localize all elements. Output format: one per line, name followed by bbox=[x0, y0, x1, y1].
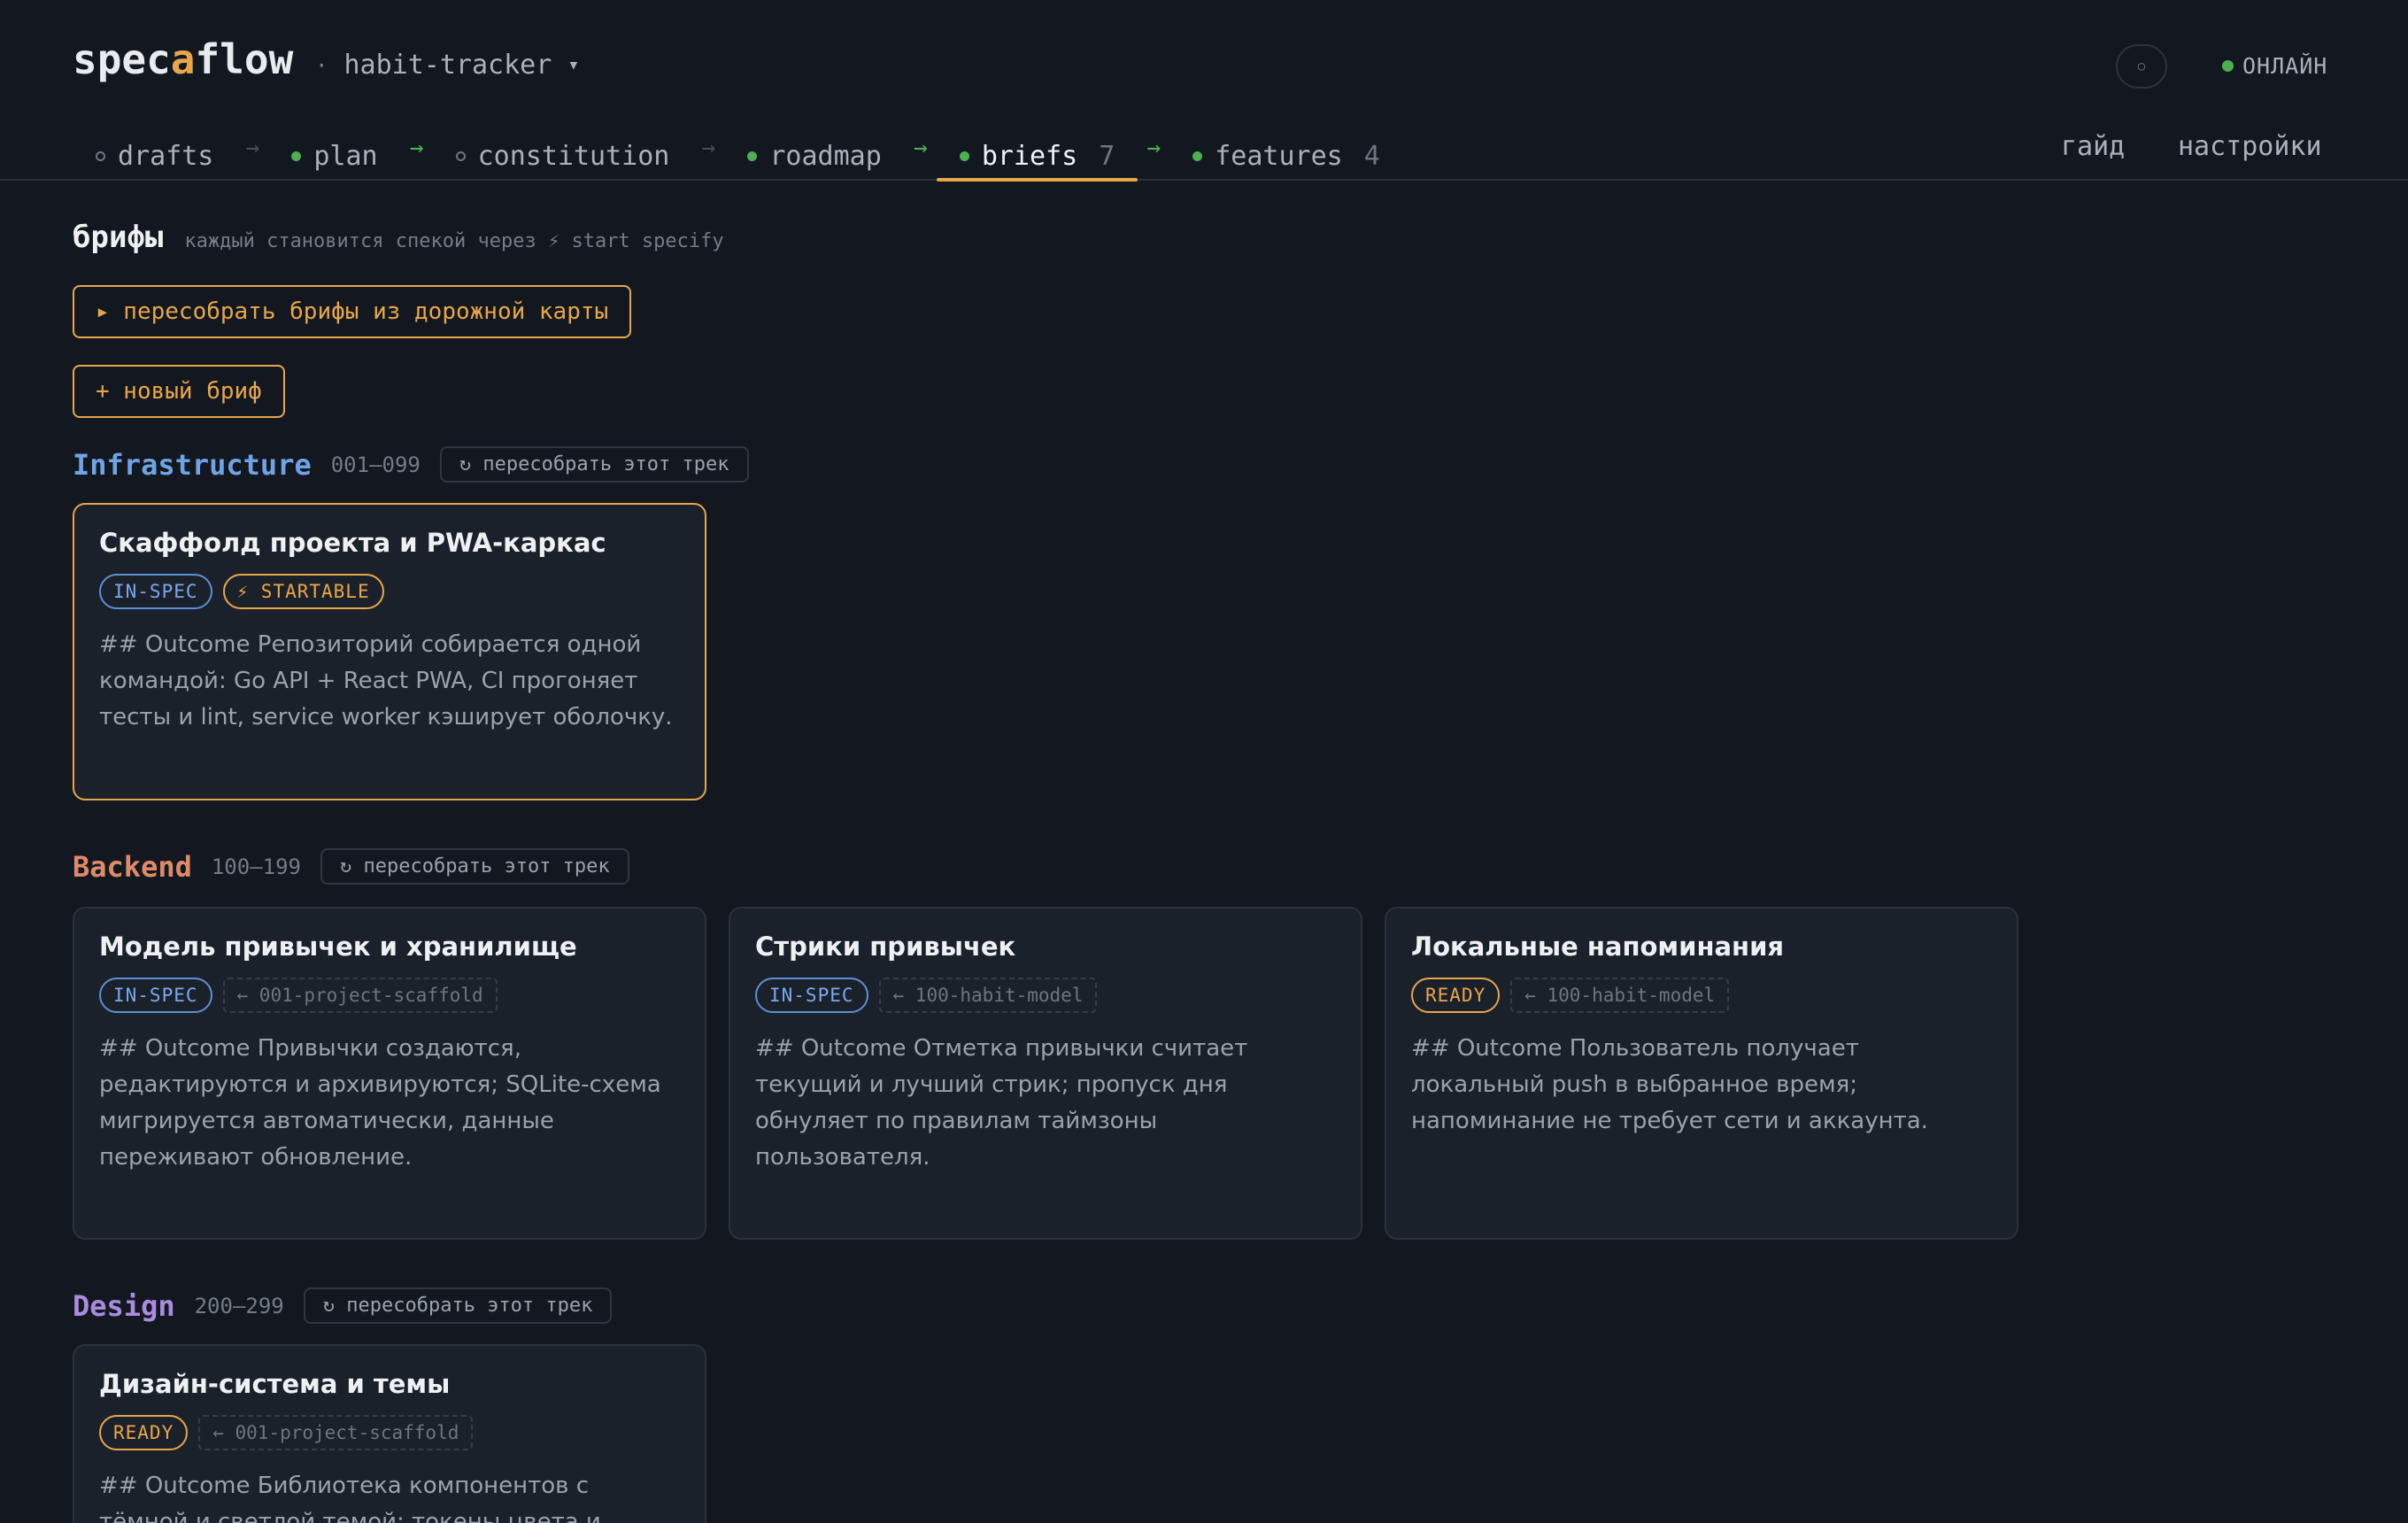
dependency-tag[interactable]: ← 100-habit-model bbox=[878, 978, 1098, 1013]
track-name: Design bbox=[73, 1288, 175, 1323]
card-title: Стрики привычек bbox=[755, 932, 1016, 962]
card-tags: READY ← 001-project-scaffold bbox=[99, 1415, 680, 1450]
tab-label: features bbox=[1215, 140, 1343, 172]
done-dot-icon bbox=[291, 151, 302, 161]
settings-link[interactable]: настройки bbox=[2178, 131, 2322, 162]
track-range: 100–199 bbox=[211, 854, 302, 879]
circle-icon: ○ bbox=[2137, 59, 2146, 73]
connection-status: ОНЛАЙН bbox=[2222, 53, 2327, 79]
arrow-right-icon: → bbox=[701, 135, 716, 161]
brief-card[interactable]: Локальные напоминания READY ← 100-habit-… bbox=[1385, 907, 2018, 1240]
tab-label: roadmap bbox=[769, 140, 882, 172]
dependency-tag[interactable]: ← 001-project-scaffold bbox=[222, 978, 498, 1013]
track-header-infrastructure: Infrastructure 001–099 ↻ пересобрать это… bbox=[73, 446, 749, 483]
tab-features[interactable]: features 4 bbox=[1169, 120, 1403, 181]
track-header-backend: Backend 100–199 ↻ пересобрать этот трек bbox=[73, 848, 629, 885]
status-badge: IN-SPEC bbox=[99, 978, 212, 1013]
done-dot-icon bbox=[747, 151, 758, 161]
app-root: specaflow · habit-tracker ▾ ○ ОНЛАЙН dra… bbox=[0, 0, 2408, 1523]
dependency-tag[interactable]: ← 001-project-scaffold bbox=[198, 1415, 474, 1450]
card-tags: IN-SPEC ⚡ STARTABLE bbox=[99, 574, 680, 609]
tab-label: drafts bbox=[118, 140, 214, 172]
card-title: Дизайн-система и темы bbox=[99, 1369, 451, 1399]
logo-accent: a bbox=[170, 35, 196, 83]
logo[interactable]: specaflow bbox=[73, 35, 293, 83]
pending-dot-icon bbox=[455, 151, 466, 161]
top-header: specaflow · habit-tracker ▾ ○ ОНЛАЙН dra… bbox=[0, 0, 2408, 182]
arrow-right-icon: → bbox=[913, 135, 928, 161]
done-dot-icon bbox=[1192, 151, 1203, 161]
rebuild-track-button[interactable]: ↻ пересобрать этот трек bbox=[439, 446, 749, 483]
tab-label: briefs bbox=[981, 140, 1078, 172]
pending-dot-icon bbox=[96, 151, 105, 161]
guide-link[interactable]: гайд bbox=[2061, 131, 2125, 162]
arrow-right-icon: → bbox=[245, 135, 260, 161]
brief-card[interactable]: Стрики привычек IN-SPEC ← 100-habit-mode… bbox=[729, 907, 1362, 1240]
card-description: ## Outcome Пользователь получает локальн… bbox=[1411, 1035, 1928, 1134]
card-tags: IN-SPEC ← 001-project-scaffold bbox=[99, 978, 680, 1013]
online-indicator-icon bbox=[2222, 60, 2234, 72]
card-title: Скаффолд проекта и PWA-каркас bbox=[99, 528, 606, 558]
pipeline-nav: drafts → plan → constitution → roadmap →… bbox=[73, 120, 1403, 182]
tab-count: 4 bbox=[1363, 140, 1380, 172]
dependency-tag[interactable]: ← 100-habit-model bbox=[1510, 978, 1730, 1013]
card-tags: IN-SPEC ← 100-habit-model bbox=[755, 978, 1336, 1013]
brief-card[interactable]: Скаффолд проекта и PWA-каркас IN-SPEC ⚡ … bbox=[73, 503, 706, 800]
separator-dot: · bbox=[315, 52, 328, 78]
card-title: Модель привычек и хранилище bbox=[99, 932, 577, 962]
new-brief-button[interactable]: + новый бриф bbox=[73, 365, 285, 418]
page-heading: брифы каждый становится спекой через ⚡ s… bbox=[73, 220, 724, 255]
status-badge: READY bbox=[99, 1415, 189, 1450]
card-title: Локальные напоминания bbox=[1411, 932, 1785, 962]
tab-label: constitution bbox=[477, 140, 670, 172]
logo-text-end: flow bbox=[195, 35, 294, 83]
rebuild-track-button[interactable]: ↻ пересобрать этот трек bbox=[320, 848, 629, 885]
brief-card[interactable]: Модель привычек и хранилище IN-SPEC ← 00… bbox=[73, 907, 706, 1240]
status-badge: IN-SPEC bbox=[99, 574, 212, 609]
track-name: Infrastructure bbox=[73, 447, 312, 482]
tab-drafts[interactable]: drafts bbox=[73, 120, 236, 181]
page-hint: каждый становится спекой через ⚡ start s… bbox=[184, 230, 724, 252]
tab-briefs[interactable]: briefs 7 bbox=[936, 120, 1138, 182]
status-badge: READY bbox=[1411, 978, 1501, 1013]
card-description: ## Outcome Привычки создаются, редактиру… bbox=[99, 1035, 661, 1171]
theme-toggle-button[interactable]: ○ bbox=[2116, 44, 2167, 89]
card-description: ## Outcome Отметка привычки считает теку… bbox=[755, 1035, 1248, 1171]
project-selector[interactable]: · habit-tracker ▾ bbox=[315, 50, 580, 81]
track-name: Backend bbox=[73, 849, 192, 884]
track-header-design: Design 200–299 ↻ пересобрать этот трек bbox=[73, 1287, 613, 1324]
status-label: ОНЛАЙН bbox=[2242, 53, 2328, 79]
project-name: habit-tracker bbox=[343, 50, 552, 81]
status-badge: IN-SPEC bbox=[755, 978, 868, 1013]
page-title: брифы bbox=[73, 220, 164, 255]
card-description: ## Outcome Библиотека компонентов с тёмн… bbox=[99, 1473, 601, 1523]
logo-text: spec bbox=[73, 35, 171, 83]
rebuild-track-button[interactable]: ↻ пересобрать этот трек bbox=[303, 1287, 613, 1324]
tab-label: plan bbox=[313, 140, 378, 172]
tab-count: 7 bbox=[1099, 140, 1115, 172]
done-dot-icon bbox=[959, 151, 969, 161]
brief-card[interactable]: Дизайн-система и темы READY ← 001-projec… bbox=[73, 1344, 706, 1523]
arrow-right-icon: → bbox=[409, 135, 424, 161]
card-tags: READY ← 100-habit-model bbox=[1411, 978, 1992, 1013]
startable-badge[interactable]: ⚡ STARTABLE bbox=[222, 574, 384, 609]
tab-plan[interactable]: plan bbox=[268, 120, 400, 181]
card-description: ## Outcome Репозиторий собирается одной … bbox=[99, 631, 673, 731]
tab-roadmap[interactable]: roadmap bbox=[724, 120, 904, 181]
track-range: 001–099 bbox=[330, 452, 421, 477]
track-range: 200–299 bbox=[194, 1293, 284, 1318]
rebuild-briefs-button[interactable]: ▸ пересобрать брифы из дорожной карты bbox=[73, 285, 632, 338]
arrow-right-icon: → bbox=[1146, 135, 1162, 161]
chevron-down-icon: ▾ bbox=[567, 54, 580, 76]
tab-constitution[interactable]: constitution bbox=[433, 120, 693, 181]
